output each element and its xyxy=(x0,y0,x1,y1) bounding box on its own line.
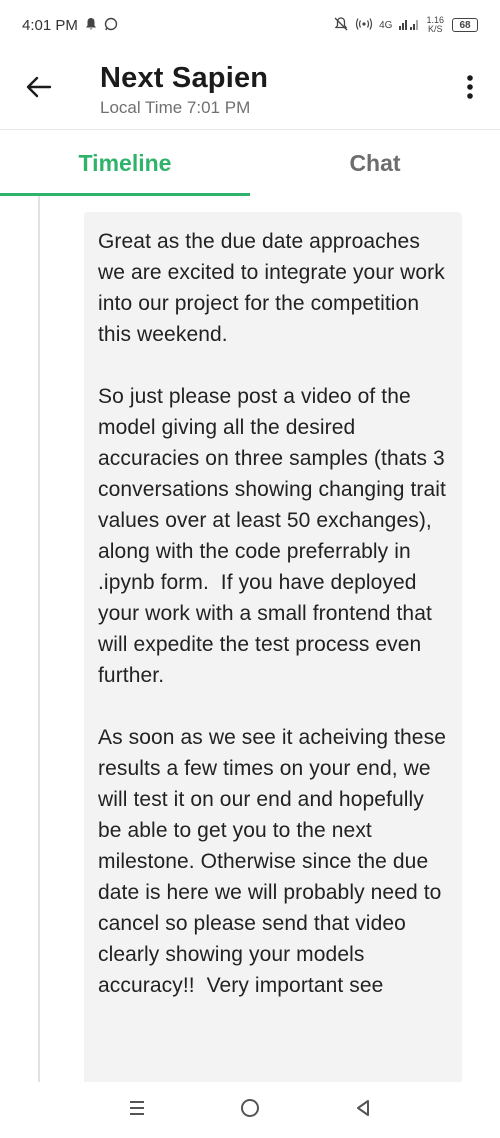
more-vertical-icon xyxy=(466,74,474,105)
network-type: 4G xyxy=(379,19,393,31)
tab-chat[interactable]: Chat xyxy=(250,130,500,196)
back-icon xyxy=(353,1098,373,1123)
timeline-content[interactable]: Great as the due date approaches we are … xyxy=(0,196,500,1082)
net-speed-unit: K/S xyxy=(427,24,443,34)
status-bar: 4:01 PM 4G 1.16 K/S 68 xyxy=(0,0,500,50)
status-time: 4:01 PM xyxy=(22,16,78,34)
whatsapp-icon xyxy=(104,17,118,33)
back-button[interactable] xyxy=(0,50,78,130)
hotspot-icon xyxy=(355,17,373,33)
header-title-block: Next Sapien Local Time 7:01 PM xyxy=(78,61,440,119)
recents-icon xyxy=(127,1098,147,1123)
overflow-menu-button[interactable] xyxy=(440,50,500,130)
mute-icon xyxy=(333,16,349,34)
net-speed: 1.16 K/S xyxy=(426,16,444,34)
local-time-subtitle: Local Time 7:01 PM xyxy=(100,97,251,117)
status-bar-right: 4G 1.16 K/S 68 xyxy=(333,16,478,34)
recents-button[interactable] xyxy=(107,1082,167,1138)
message-card: Great as the due date approaches we are … xyxy=(84,212,462,1082)
battery-level: 68 xyxy=(459,19,471,31)
status-bar-left: 4:01 PM xyxy=(22,17,118,34)
tab-bar: Timeline Chat xyxy=(0,130,500,196)
home-icon xyxy=(239,1097,261,1124)
timeline-line xyxy=(38,196,40,1082)
signal-icon xyxy=(398,17,420,33)
arrow-left-icon xyxy=(26,76,52,103)
notification-icon xyxy=(84,17,98,33)
battery-icon: 68 xyxy=(452,18,478,32)
system-nav-bar xyxy=(0,1082,500,1138)
home-button[interactable] xyxy=(220,1082,280,1138)
page-title: Next Sapien xyxy=(100,61,269,94)
tab-timeline[interactable]: Timeline xyxy=(0,130,250,196)
nav-back-button[interactable] xyxy=(333,1082,393,1138)
app-header: Next Sapien Local Time 7:01 PM xyxy=(0,50,500,130)
message-text: Great as the due date approaches we are … xyxy=(98,230,446,997)
